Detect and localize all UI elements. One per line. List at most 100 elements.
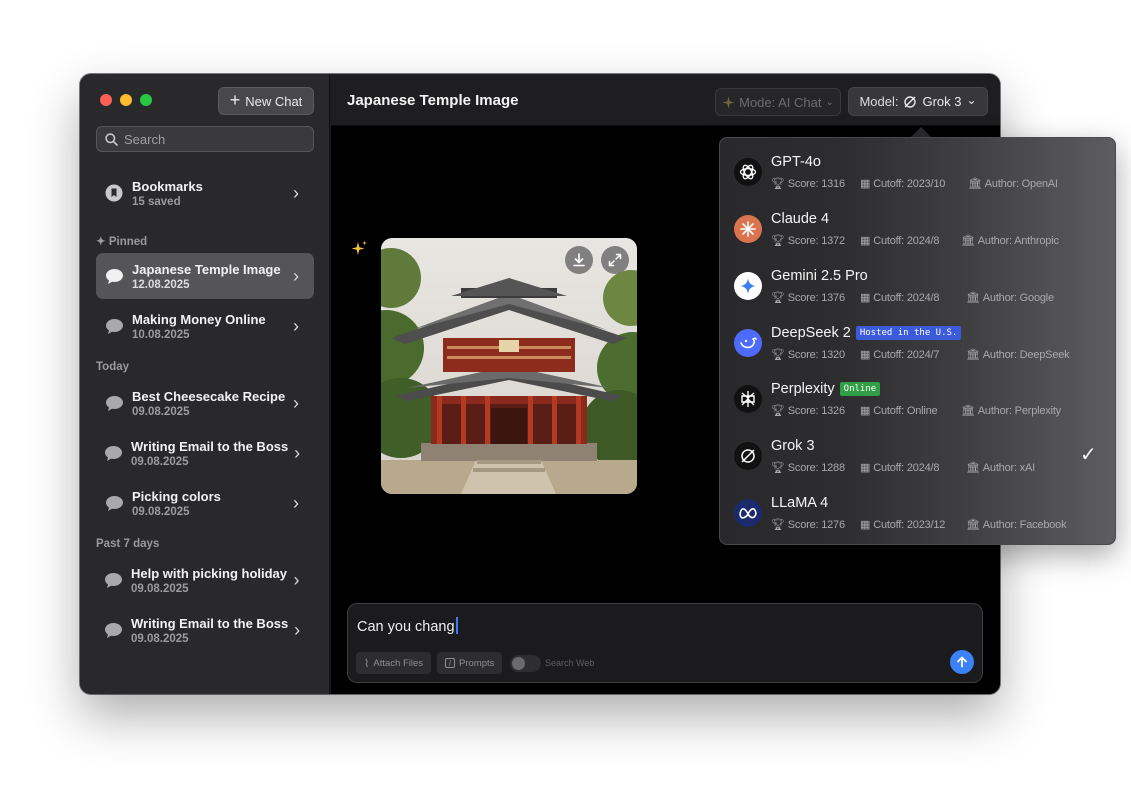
generated-image[interactable]	[381, 238, 637, 494]
model-author: 🏛︎ Author: xAI	[966, 461, 1035, 475]
trophy-icon: 🏆︎	[771, 178, 785, 190]
search-web-label: Search Web	[545, 658, 595, 668]
search-icon	[105, 132, 118, 146]
chat-item-cheesecake[interactable]: Best Cheesecake Recipe 09.08.2025 ›	[96, 380, 314, 426]
chat-item-date: 09.08.2025	[131, 632, 189, 645]
model-score: 🏆︎ Score: 1320	[771, 348, 845, 362]
chat-bubble-icon	[104, 393, 124, 413]
model-author: 🏛︎ Author: Facebook	[966, 518, 1067, 532]
chat-item-date: 12.08.2025	[132, 278, 190, 291]
calendar-icon: ▦	[860, 462, 871, 474]
new-chat-button[interactable]: + New Chat	[218, 87, 314, 115]
model-option-llama-4[interactable]: LLaMA 4 🏆︎ Score: 1276 ▦ Cutoff: 2023/12 🏛…	[720, 485, 1117, 541]
calendar-icon: ▦	[860, 292, 871, 304]
calendar-icon: ▦	[860, 405, 871, 417]
sidebar-item-bookmarks[interactable]: Bookmarks 15 saved ›	[96, 170, 314, 216]
model-option-claude-4[interactable]: Claude 4 🏆︎ Score: 1372 ▦ Cutoff: 2024/8 🏛…	[720, 201, 1117, 257]
model-cutoff: ▦ Cutoff: 2024/7	[860, 348, 940, 362]
model-option-deepseek[interactable]: DeepSeek 2 Hosted in the U.S. 🏆︎ Score: 13…	[720, 315, 1117, 371]
chat-item-date: 09.08.2025	[132, 405, 190, 418]
temple-illustration	[381, 238, 637, 494]
model-option-gemini[interactable]: Gemini 2.5 Pro 🏆︎ Score: 1376 ▦ Cutoff: 20…	[720, 258, 1117, 314]
paperclip-icon: ⌇	[364, 657, 370, 670]
chat-item-date: 09.08.2025	[132, 505, 190, 518]
chat-item-holiday[interactable]: Help with picking holiday 09.08.2025 ›	[96, 557, 314, 603]
zoom-window-button[interactable]	[140, 94, 152, 106]
new-chat-label: New Chat	[245, 93, 303, 109]
chat-bubble-icon	[104, 493, 124, 513]
deepseek-logo-icon	[734, 329, 762, 357]
attach-files-button[interactable]: ⌇ Attach Files	[356, 652, 432, 674]
message-composer[interactable]: Can you chang ⌇ Attach Files / Prompts S…	[347, 603, 983, 683]
chat-item-title: Help with picking holiday	[131, 565, 288, 581]
model-dropdown: GPT-4o 🏆︎ Score: 1316 ▦ Cutoff: 2023/10 🏛︎…	[719, 137, 1116, 545]
download-image-button[interactable]	[565, 246, 593, 274]
chevron-right-icon: ›	[294, 619, 301, 640]
chat-bubble-icon	[104, 266, 124, 286]
minimize-window-button[interactable]	[120, 94, 132, 106]
message-input[interactable]: Can you chang	[357, 617, 458, 635]
model-author: 🏛︎ Author: Perplexity	[961, 404, 1061, 418]
model-author: 🏛︎ Author: DeepSeek	[966, 348, 1070, 362]
model-prefix: Model:	[859, 94, 899, 109]
meta-logo-icon	[734, 499, 762, 527]
checkmark-icon: ✓	[1080, 444, 1097, 466]
chat-bubble-icon	[104, 620, 123, 640]
chevron-right-icon: ›	[293, 265, 299, 286]
model-score: 🏆︎ Score: 1316	[771, 177, 845, 191]
window-controls	[100, 94, 152, 106]
pin-icon: ✦	[96, 236, 106, 248]
model-score: 🏆︎ Score: 1372	[771, 234, 845, 248]
send-button[interactable]	[950, 650, 974, 674]
model-selector[interactable]: Model: Grok 3 ⌄	[848, 87, 988, 116]
chat-item-date: 10.08.2025	[132, 328, 190, 341]
chat-bubble-icon	[104, 443, 123, 463]
institution-icon: 🏛︎	[968, 178, 982, 190]
model-cutoff: ▦ Cutoff: Online	[860, 404, 938, 418]
expand-icon	[608, 253, 622, 267]
chat-item-japanese-temple[interactable]: Japanese Temple Image 12.08.2025 ›	[96, 253, 314, 299]
chat-bubble-icon	[104, 570, 123, 590]
chat-item-making-money[interactable]: Making Money Online 10.08.2025 ›	[96, 303, 314, 349]
chat-item-email-boss[interactable]: Writing Email to the Boss 09.08.2025 ›	[96, 430, 314, 476]
hosted-badge: Hosted in the U.S.	[855, 326, 962, 340]
model-name: GPT-4o	[771, 154, 821, 170]
model-name: Perplexity	[771, 381, 835, 397]
bookmark-icon	[104, 183, 124, 203]
calendar-icon: ▦	[860, 235, 871, 247]
mode-selector[interactable]: Mode: AI Chat ⌄	[715, 88, 841, 116]
model-option-gpt-4o[interactable]: GPT-4o 🏆︎ Score: 1316 ▦ Cutoff: 2023/10 🏛︎…	[720, 144, 1117, 200]
pinned-section-label: ✦ Pinned	[96, 236, 148, 248]
search-box[interactable]	[96, 126, 314, 152]
expand-image-button[interactable]	[601, 246, 629, 274]
chat-header: Japanese Temple Image Mode: AI Chat ⌄ Mo…	[331, 74, 1000, 126]
close-window-button[interactable]	[100, 94, 112, 106]
model-author: 🏛︎ Author: Anthropic	[961, 234, 1059, 248]
chat-item-date: 09.08.2025	[131, 582, 189, 595]
institution-icon: 🏛︎	[966, 519, 980, 531]
perplexity-logo-icon	[734, 385, 762, 413]
search-web-toggle[interactable]	[510, 655, 541, 672]
chevron-right-icon: ›	[293, 182, 299, 203]
trophy-icon: 🏆︎	[771, 349, 785, 361]
today-section-label: Today	[96, 361, 130, 373]
plus-icon: +	[229, 90, 241, 110]
download-icon	[573, 253, 585, 267]
model-option-grok-3[interactable]: Grok 3 🏆︎ Score: 1288 ▦ Cutoff: 2024/8 🏛︎ A…	[720, 428, 1117, 484]
chat-item-title: Writing Email to the Boss	[131, 615, 289, 631]
model-name: Claude 4	[771, 211, 830, 227]
prompts-button[interactable]: / Prompts	[437, 652, 503, 674]
chat-item-picking-colors[interactable]: Picking colors 09.08.2025 ›	[96, 480, 314, 526]
model-author: 🏛︎ Author: Google	[966, 291, 1054, 305]
model-name: LLaMA 4	[771, 495, 829, 511]
model-cutoff: ▦ Cutoff: 2024/8	[860, 291, 940, 305]
model-option-perplexity[interactable]: Perplexity Online 🏆︎ Score: 1326 ▦ Cutoff: …	[720, 371, 1117, 427]
grok-logo-icon	[904, 95, 917, 108]
sparkle-icon	[722, 96, 735, 108]
chat-item-email-boss-2[interactable]: Writing Email to the Boss 09.08.2025 ›	[96, 607, 314, 653]
search-input[interactable]	[124, 131, 304, 147]
trophy-icon: 🏆︎	[771, 519, 785, 531]
chat-item-title: Japanese Temple Image	[132, 261, 281, 277]
trophy-icon: 🏆︎	[771, 405, 785, 417]
model-score: 🏆︎ Score: 1288	[771, 461, 845, 475]
